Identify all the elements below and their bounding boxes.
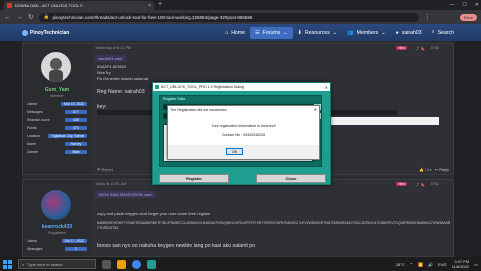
post: keanrock420 Registered Joined Oct 17, 202…	[22, 179, 454, 257]
maximize-icon[interactable]: ☐	[462, 2, 466, 8]
post-user-sidebar: keanrock420 Registered Joined Oct 17, 202…	[23, 180, 91, 256]
post-number[interactable]: #780	[431, 46, 439, 50]
logo-icon	[22, 29, 28, 36]
clock[interactable]: 2:07 PM 11/8/2022	[452, 259, 470, 269]
close-msgbox-icon[interactable]: ✕	[314, 107, 317, 112]
reload-icon[interactable]: ↻	[28, 13, 34, 21]
msgbox-titlebar[interactable]: The Registration did not succeeded ✕	[168, 106, 319, 113]
username[interactable]: keanrock420	[23, 224, 91, 230]
nav-resources[interactable]: ⬇ Resources ⌄	[293, 27, 343, 39]
nav-user[interactable]: ● sairah03	[391, 27, 427, 39]
window-controls: — ☐ ✕	[449, 0, 479, 8]
taskbar-search[interactable]: ⌕ Type here to search	[18, 259, 96, 269]
msgbox-line: Your registration information is incorre…	[211, 124, 276, 128]
msgbox-line: Contact Me : 09400335228	[221, 133, 266, 137]
app-icon	[155, 85, 159, 89]
panel-label: Register Data	[163, 97, 185, 101]
quote-line: Pa Generate master.salamat	[97, 76, 148, 81]
user-title: Registered	[48, 231, 66, 235]
error-message-box: The Registration did not succeeded ✕ You…	[167, 105, 320, 160]
notification-icon[interactable]: ▭	[474, 262, 478, 267]
nav-members[interactable]: 👥 Members ⌄	[342, 27, 390, 39]
quote-line: 6AA5F4-823653	[97, 64, 127, 69]
nav-search[interactable]: ⌕ Search	[427, 26, 459, 39]
forward-icon[interactable]: →	[16, 14, 23, 21]
post-text: copy and paste keygen dont forget your u…	[97, 211, 211, 216]
quote-line: NiceTry	[97, 70, 111, 75]
post-keygen-text: 8A6B5/H97HOHE77GBB7R2ZAMD/RBKTF7BCJFB28E…	[97, 221, 451, 230]
user-title: Member	[50, 94, 64, 98]
task-view-icon[interactable]	[102, 259, 111, 269]
user-stats: Joined Oct 17, 2022 Messages 2	[27, 237, 87, 253]
nav-forums[interactable]: ☰ Forums ⌄	[250, 26, 293, 39]
site-favicon-icon	[7, 3, 12, 8]
network-icon[interactable]: 📶	[418, 262, 423, 267]
back-icon[interactable]: ←	[4, 14, 11, 21]
avatar[interactable]	[41, 190, 71, 220]
extensions-icon[interactable]: ⋮	[424, 13, 431, 21]
register-button[interactable]: Register	[159, 174, 229, 183]
new-badge: New	[396, 46, 407, 50]
post-date[interactable]: Today at 10:51 AM	[95, 182, 126, 186]
share-icon[interactable]: ⤴ 🔖	[415, 182, 425, 188]
like-button[interactable]: 👍 Like	[419, 168, 432, 172]
close-window-icon[interactable]: ✕	[475, 2, 479, 8]
post-text: booss san nyo oo nakuha keygen newbie la…	[97, 243, 256, 249]
post-date[interactable]: Yesterday at 8:31 PM	[95, 46, 131, 50]
search-icon: ⌕	[22, 261, 25, 267]
address-bar: ← → ↻ 🔒 pinoytechnician.com/threads/act-…	[0, 10, 481, 24]
reg-name-line: Reg Name: sairah03	[97, 89, 145, 95]
msgbox-title: The Registration did not succeeded	[170, 107, 227, 112]
language-indicator[interactable]: ENG	[438, 262, 447, 267]
site-logo[interactable]: PinoyTechnician	[22, 29, 69, 36]
close-tab-icon[interactable]: ×	[148, 3, 151, 9]
user-avatar-icon: ●	[395, 29, 399, 36]
windows-start-icon[interactable]	[3, 259, 12, 269]
minimize-icon[interactable]: —	[449, 2, 454, 8]
taskbar: ⌕ Type here to search 28°C ⌃ 📶 🔊 ENG 2:0…	[0, 257, 481, 271]
dialog-title: ACT_UNLOCK_TOOL_PRO 1.0 Registration Dia…	[161, 85, 245, 89]
tab-title: DOWNLOAD - ACT UNLOCK TOOL F...	[15, 3, 86, 8]
avatar[interactable]	[41, 52, 71, 82]
username[interactable]: Gsm_Yam	[23, 87, 91, 93]
search-icon: ⌕	[431, 29, 435, 35]
system-tray: 28°C ⌃ 📶 🔊 ENG 2:07 PM 11/8/2022 ▭	[396, 259, 478, 269]
home-icon: ⌂	[225, 29, 229, 36]
msgbox-footer: OK	[168, 145, 319, 159]
error-badge[interactable]: Error	[460, 13, 477, 21]
site-header: PinoyTechnician ⌂ Home ☰ Forums ⌄ ⬇ Resource…	[0, 24, 481, 41]
volume-icon[interactable]: 🔊	[428, 262, 433, 267]
browser-tab[interactable]: DOWNLOAD - ACT UNLOCK TOOL F... ×	[4, 1, 154, 10]
dialog-titlebar[interactable]: ACT_UNLOCK_TOOL_PRO 1.0 Registration Dia…	[153, 83, 330, 91]
weather-text[interactable]: 28°C	[396, 262, 405, 267]
tray-arrow-icon[interactable]: ⌃	[410, 262, 413, 267]
ok-button[interactable]: OK	[226, 148, 243, 155]
forums-icon: ☰	[255, 29, 260, 36]
post-number[interactable]: #781	[431, 182, 439, 186]
browser-tab-bar: DOWNLOAD - ACT UNLOCK TOOL F... × + — ☐ …	[0, 0, 481, 10]
quote-header[interactable]: SSRA SAM AMARGRON said:	[95, 191, 156, 198]
quote-header[interactable]: sairah03 said:	[95, 55, 126, 62]
post-user-sidebar: Gsm_Yam Member Joined Mar 15, 2022 Messag…	[23, 44, 91, 174]
members-icon: 👥	[347, 29, 354, 36]
nav-home[interactable]: ⌂ Home	[220, 27, 250, 39]
report-link[interactable]: ⚑ Report	[97, 167, 113, 172]
lock-icon: 🔒	[43, 14, 50, 19]
new-tab-icon[interactable]: +	[158, 1, 162, 8]
user-stats: Joined Mar 15, 2022 Messages 677 Reaction …	[27, 100, 87, 156]
close-button[interactable]: Close	[256, 174, 326, 183]
post-body: Today at 10:51 AM New ⤴ 🔖 #781 SSRA SAM …	[95, 180, 453, 256]
url-field[interactable]: 🔒 pinoytechnician.com/threads/act-unlock…	[38, 12, 419, 22]
close-dialog-icon[interactable]: ✕	[325, 85, 328, 90]
act-tool-icon[interactable]	[147, 259, 156, 269]
msgbox-body: Your registration information is incorre…	[168, 114, 319, 147]
url-text: pinoytechnician.com/threads/act-unlock-t…	[52, 14, 253, 20]
new-badge: New	[396, 182, 407, 186]
resources-icon: ⬇	[297, 29, 302, 36]
file-explorer-icon[interactable]	[117, 259, 126, 269]
reply-button[interactable]: ↩ Reply	[435, 168, 449, 172]
share-icon[interactable]: ⤴ 🔖	[415, 46, 425, 52]
chrome-icon[interactable]	[132, 259, 141, 269]
